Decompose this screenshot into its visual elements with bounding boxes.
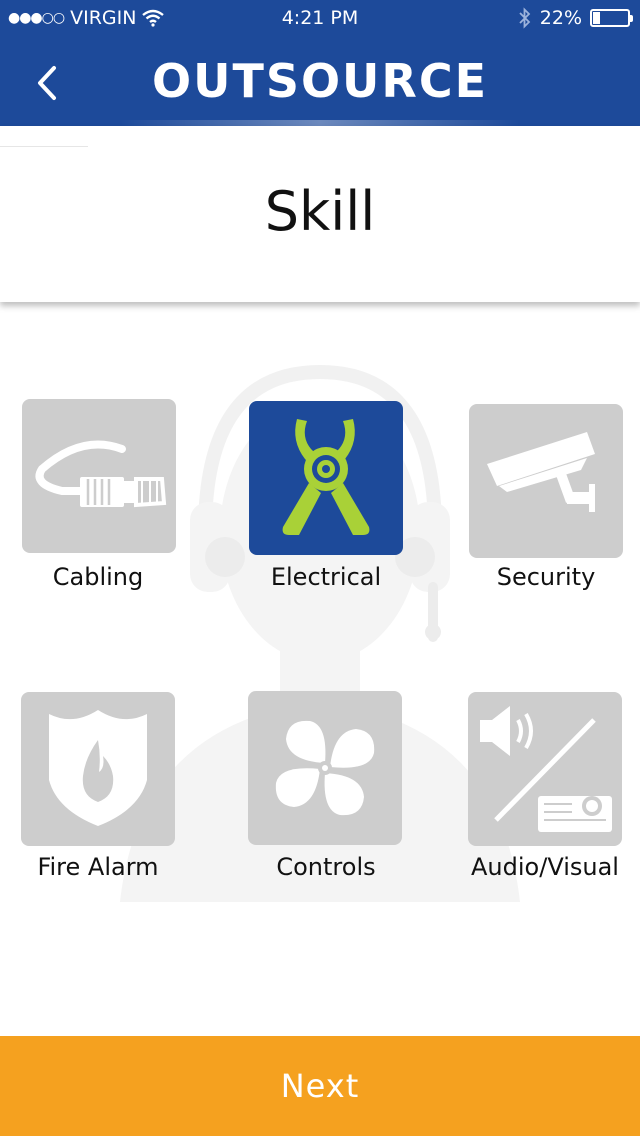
page-title: Skill <box>264 180 376 243</box>
skill-tile-electrical[interactable] <box>249 401 403 555</box>
title-divider <box>0 146 88 147</box>
skill-tile-fire-alarm[interactable] <box>21 692 175 846</box>
skill-label-audio-visual: Audio/Visual <box>471 853 619 881</box>
skill-tile-cabling[interactable] <box>22 399 176 553</box>
speaker-projector-icon <box>480 706 612 832</box>
skill-tile-controls[interactable] <box>248 691 402 845</box>
skill-label-fire-alarm: Fire Alarm <box>37 853 159 881</box>
skill-label-cabling: Cabling <box>52 563 144 591</box>
app-header: ●●●○○ VIRGIN 4:21 PM 22% OUTSOURCE <box>0 0 640 126</box>
battery-level <box>593 12 600 24</box>
skill-label-electrical: Electrical <box>270 563 382 591</box>
app-logo: OUTSOURCE <box>151 54 489 108</box>
pliers-icon <box>282 419 370 535</box>
battery-icon <box>590 9 633 27</box>
battery-percent: 22% <box>539 7 582 29</box>
skill-label-security: Security <box>496 563 596 591</box>
fire-shield-icon <box>49 710 147 826</box>
skill-label-controls: Controls <box>276 853 376 881</box>
status-right: 22% <box>518 7 633 29</box>
skill-tile-audio-visual[interactable] <box>468 692 622 846</box>
nav-bar: OUTSOURCE <box>0 40 640 126</box>
bluetooth-icon <box>519 7 531 29</box>
cable-icon <box>35 440 167 508</box>
fan-icon <box>275 720 375 816</box>
next-button[interactable]: Next <box>0 1036 640 1136</box>
title-panel: Skill <box>0 126 640 302</box>
security-camera-icon <box>487 432 595 512</box>
status-bar: ●●●○○ VIRGIN 4:21 PM 22% <box>0 0 640 40</box>
skill-tile-security[interactable] <box>469 404 623 558</box>
